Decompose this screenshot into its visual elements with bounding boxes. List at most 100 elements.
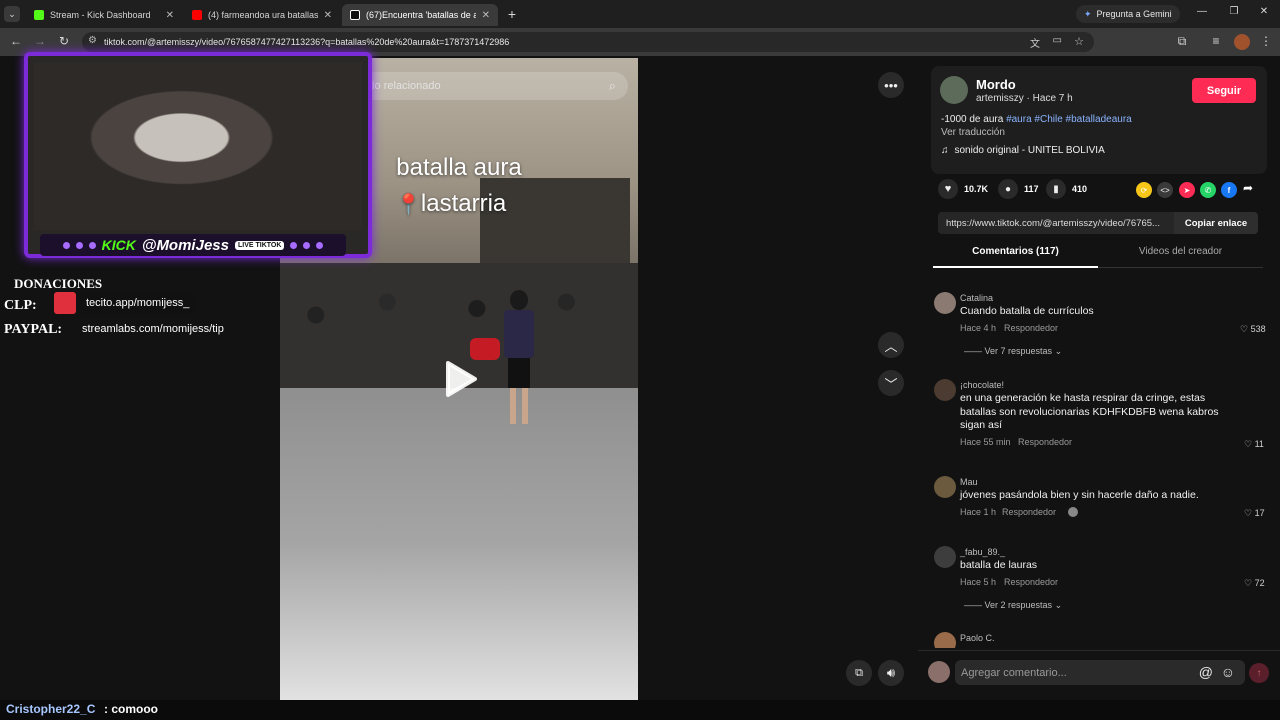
- commenter-avatar[interactable]: [934, 379, 956, 401]
- new-tab-button[interactable]: +: [504, 6, 520, 22]
- donaciones-title: DONACIONES: [14, 276, 103, 291]
- mention-icon[interactable]: @: [1199, 664, 1213, 680]
- floating-player-button[interactable]: ⧉: [846, 660, 872, 686]
- profile-avatar[interactable]: [1234, 34, 1250, 50]
- extensions-icon[interactable]: ⧉: [1174, 34, 1190, 49]
- tab-bar: ⌄ Stream - Kick Dashboard ✕ (4) farmeand…: [0, 0, 1280, 28]
- next-video-button[interactable]: ﹀: [878, 370, 904, 396]
- menu-kebab-icon[interactable]: ⋮: [1258, 34, 1274, 48]
- gemini-button[interactable]: ✦ Pregunta a Gemini: [1076, 5, 1180, 23]
- close-icon[interactable]: ✕: [482, 10, 490, 21]
- author-avatar[interactable]: [940, 76, 968, 104]
- video-text-line2: 📍lastarria: [396, 190, 507, 217]
- tab-comments[interactable]: Comentarios (117): [933, 246, 1098, 257]
- tab-search-icon[interactable]: ⌄: [4, 6, 20, 22]
- street: [280, 388, 638, 700]
- sound-link[interactable]: ♫ sonido original - UNITEL BOLIVIA: [941, 145, 1105, 156]
- author-handle: artemisszy · Hace 7 h: [976, 93, 1073, 104]
- kid-figure: [502, 290, 536, 430]
- clp-label: CLP:: [4, 298, 37, 313]
- heart-icon: ♥: [938, 179, 958, 199]
- comment-stat[interactable]: ● 117: [998, 179, 1039, 199]
- tab-tiktok[interactable]: (67)Encuentra 'batallas de aura' ✕: [342, 4, 498, 26]
- caption-hashtags[interactable]: #aura #Chile #batalladeaura: [1006, 114, 1132, 125]
- comment-like[interactable]: ♡ 17: [1244, 508, 1265, 519]
- view-replies[interactable]: —— Ver 2 respuestas ⌄: [964, 600, 1062, 611]
- minimize-button[interactable]: —: [1194, 6, 1210, 17]
- chat-strip: Cristopher22_C : comooo: [0, 700, 1280, 720]
- view-replies[interactable]: —— Ver 7 respuestas ⌄: [964, 346, 1062, 357]
- reply-button[interactable]: Respondedor: [1018, 437, 1072, 447]
- search-icon[interactable]: ⌕: [609, 78, 616, 94]
- close-window-button[interactable]: ✕: [1256, 6, 1272, 17]
- more-options-button[interactable]: •••: [878, 72, 904, 98]
- paypal-link: streamlabs.com/momijess/tip: [82, 323, 224, 335]
- pin-icon: 📍: [396, 194, 421, 216]
- gemini-icon: ✦: [1084, 8, 1092, 19]
- emoji-icon[interactable]: ☺: [1221, 664, 1235, 680]
- tab-creator-videos[interactable]: Videos del creador: [1098, 246, 1263, 257]
- tab-youtube[interactable]: (4) farmeandoa ura batallas - YouTube ✕: [184, 4, 340, 26]
- creator-liked-avatar: [1068, 507, 1078, 517]
- facebook-icon[interactable]: f: [1221, 182, 1237, 198]
- like-stat[interactable]: ♥ 10.7K: [938, 179, 988, 199]
- music-note-icon: ♫: [941, 145, 949, 156]
- close-icon[interactable]: ✕: [166, 10, 174, 21]
- clp-link: tecito.app/momijess_: [80, 292, 196, 314]
- embed-icon[interactable]: <>: [1157, 182, 1173, 198]
- kick-banner: KICK @MomiJess LIVE TIKTOK: [40, 234, 346, 256]
- heart-outline-icon: ♡: [1244, 578, 1253, 588]
- comment-like[interactable]: ♡ 72: [1244, 578, 1265, 589]
- kick-handle: @MomiJess: [141, 236, 229, 254]
- reading-list-icon[interactable]: ≡: [1208, 34, 1224, 48]
- red-jacket: [470, 338, 500, 360]
- commenter-avatar[interactable]: [934, 476, 956, 498]
- search-input[interactable]: ido relacionado ⌕: [352, 72, 628, 100]
- maximize-button[interactable]: ❐: [1226, 6, 1242, 17]
- commenter-avatar[interactable]: [934, 292, 956, 314]
- chat-message: : comooo: [104, 702, 158, 716]
- author-name[interactable]: Mordo: [976, 77, 1016, 92]
- chat-username: Cristopher22_C: [6, 702, 96, 716]
- comment-like[interactable]: ♡ 11: [1244, 439, 1264, 450]
- follow-button[interactable]: Seguir: [1192, 78, 1256, 103]
- translate-icon[interactable]: 文: [1030, 35, 1040, 50]
- whatsapp-icon[interactable]: ✆: [1200, 182, 1216, 198]
- commenter-avatar[interactable]: [934, 632, 956, 648]
- paypal-label: PAYPAL:: [4, 322, 63, 337]
- post-comment-button[interactable]: ↑: [1249, 663, 1269, 683]
- commenter-avatar[interactable]: [934, 546, 956, 568]
- comment-icon: ●: [998, 179, 1018, 199]
- heart-outline-icon: ♡: [1244, 508, 1253, 518]
- comment-input[interactable]: Agregar comentario... @ ☺: [955, 660, 1245, 685]
- reply-button[interactable]: Respondedor: [1002, 507, 1056, 517]
- save-stat[interactable]: ▮ 410: [1046, 179, 1087, 199]
- back-button[interactable]: ←: [8, 34, 24, 48]
- send-icon[interactable]: ➤: [1179, 182, 1195, 198]
- tab-kick-dashboard[interactable]: Stream - Kick Dashboard ✕: [26, 4, 182, 26]
- tecito-icon: [54, 292, 76, 314]
- reply-button[interactable]: Respondedor: [1004, 577, 1058, 587]
- active-tab-indicator: [933, 266, 1098, 268]
- cast-icon[interactable]: ▭: [1053, 35, 1062, 46]
- webcam-feed: [34, 62, 362, 230]
- translate-link[interactable]: Ver traducción: [941, 127, 1005, 138]
- address-bar[interactable]: ⚙ tiktok.com/@artemisszy/video/767658747…: [82, 32, 1094, 52]
- reload-button[interactable]: ↻: [56, 34, 72, 48]
- share-arrow-icon[interactable]: ➦: [1243, 181, 1253, 195]
- repost-icon[interactable]: ⟳: [1136, 182, 1152, 198]
- volume-button[interactable]: 🔊︎: [878, 660, 904, 686]
- heart-outline-icon: ♡: [1244, 439, 1253, 449]
- comment-like[interactable]: ♡ 538: [1240, 324, 1266, 335]
- tiktok-live-badge: LIVE TIKTOK: [234, 240, 285, 250]
- copy-link-button[interactable]: Copiar enlace: [1174, 212, 1258, 234]
- play-icon[interactable]: [444, 360, 478, 398]
- previous-video-button[interactable]: ︿: [878, 332, 904, 358]
- close-icon[interactable]: ✕: [324, 10, 332, 21]
- site-info-icon[interactable]: ⚙: [88, 35, 97, 46]
- bookmark-star-icon[interactable]: ☆: [1074, 35, 1084, 48]
- youtube-icon: [192, 10, 202, 20]
- reply-button[interactable]: Respondedor: [1004, 323, 1058, 333]
- comment-item: Paolo C.: [934, 632, 1270, 648]
- forward-button[interactable]: →: [32, 34, 48, 48]
